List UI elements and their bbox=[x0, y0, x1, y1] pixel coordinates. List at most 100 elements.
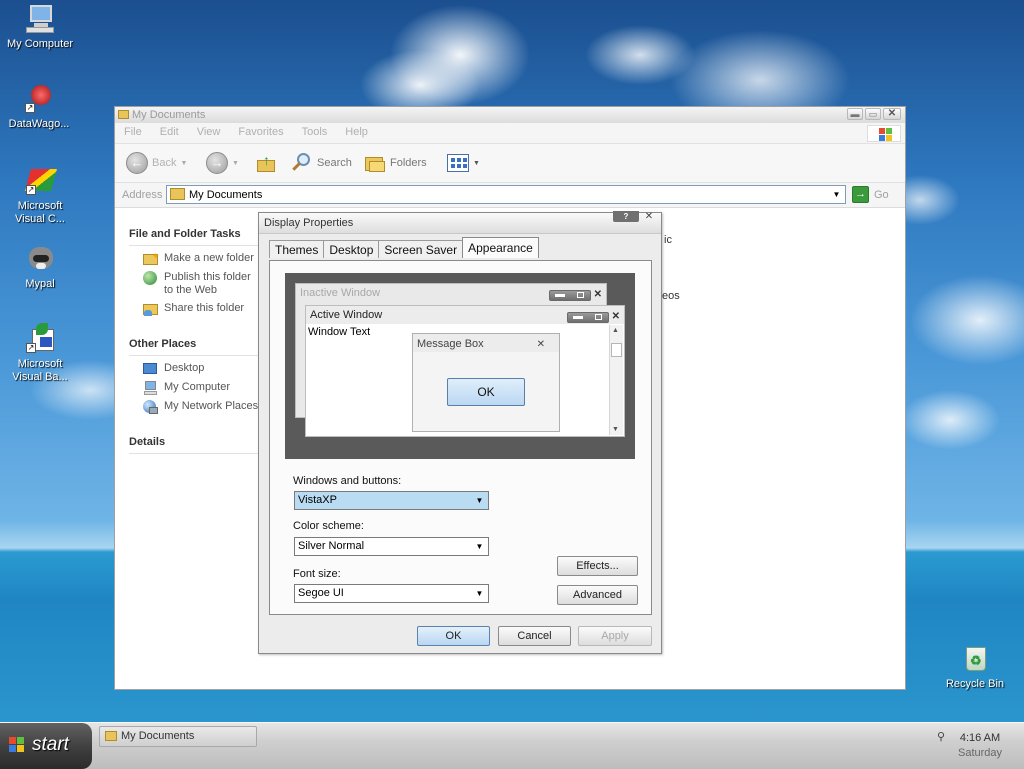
place-desktop[interactable]: Desktop bbox=[143, 362, 261, 376]
color-scheme-label: Color scheme: bbox=[293, 520, 364, 532]
back-arrow-icon: ← bbox=[126, 152, 148, 174]
dialog-title: Display Properties bbox=[264, 217, 354, 229]
window-text-sample: Window Text bbox=[308, 326, 371, 338]
tab-screen-saver[interactable]: Screen Saver bbox=[378, 240, 464, 258]
menu-favorites[interactable]: Favorites bbox=[229, 123, 292, 138]
dialog-close-button[interactable]: ✕ bbox=[642, 212, 656, 223]
task-publish-web[interactable]: Publish this folder to the Web bbox=[143, 271, 261, 297]
up-folder-button[interactable]: ↑ bbox=[255, 151, 277, 175]
chevron-down-icon[interactable]: ▼ bbox=[830, 188, 843, 201]
globe-icon bbox=[143, 271, 158, 285]
system-clock[interactable]: 4:16 AM Saturday bbox=[958, 731, 1002, 761]
go-button[interactable]: → Go bbox=[852, 186, 889, 203]
task-label: Share this folder bbox=[164, 302, 245, 314]
maximize-button[interactable]: ▭ bbox=[865, 108, 881, 120]
recycle-bin-icon: ♻ bbox=[959, 643, 991, 675]
appearance-panel: Inactive Window ✕ Active Window ✕ Window… bbox=[269, 260, 652, 615]
folder-icon bbox=[118, 110, 129, 119]
scroll-down-icon: ▼ bbox=[612, 426, 619, 433]
close-button[interactable]: ✕ bbox=[883, 108, 901, 120]
chevron-down-icon: ▼ bbox=[475, 496, 484, 505]
color-scheme-select[interactable]: Silver Normal ▼ bbox=[294, 537, 489, 556]
file-tasks-heading[interactable]: File and Folder Tasks bbox=[129, 225, 261, 246]
tab-themes[interactable]: Themes bbox=[269, 240, 325, 258]
forward-button[interactable]: → ▼ bbox=[206, 151, 239, 175]
views-button[interactable]: ▼ bbox=[447, 151, 480, 175]
menu-tools[interactable]: Tools bbox=[293, 123, 337, 138]
desktop-icon-visual-basic[interactable]: ↗ Microsoft Visual Ba... bbox=[2, 323, 78, 384]
apply-button[interactable]: Apply bbox=[578, 626, 652, 646]
folders-label: Folders bbox=[390, 157, 427, 169]
folders-button[interactable]: Folders bbox=[364, 151, 427, 175]
inactive-window-label: Inactive Window bbox=[300, 287, 381, 299]
tab-desktop[interactable]: Desktop bbox=[323, 240, 380, 258]
menu-help[interactable]: Help bbox=[336, 123, 377, 138]
chevron-down-icon: ▼ bbox=[475, 542, 484, 551]
desktop-icon-datawagon[interactable]: ↗ DataWago... bbox=[1, 83, 77, 131]
details-heading[interactable]: Details bbox=[129, 433, 261, 454]
back-label: Back bbox=[152, 157, 177, 169]
place-network[interactable]: My Network Places bbox=[143, 400, 261, 414]
menu-file[interactable]: File bbox=[115, 123, 151, 138]
start-button[interactable]: start bbox=[0, 723, 92, 769]
desktop-icon-visual-c[interactable]: ↗ Microsoft Visual C... bbox=[2, 165, 78, 226]
task-share-folder[interactable]: Share this folder bbox=[143, 302, 261, 316]
message-box-title: Message Box ✕ bbox=[413, 334, 559, 352]
display-properties-dialog[interactable]: Display Properties ? ✕ Themes Desktop Sc… bbox=[258, 211, 662, 654]
message-box-label: Message Box bbox=[417, 338, 484, 350]
menu-view[interactable]: View bbox=[188, 123, 230, 138]
back-button[interactable]: ← Back ▼ bbox=[126, 151, 187, 175]
tab-strip: Themes Desktop Screen Saver Appearance bbox=[269, 237, 539, 260]
font-size-label: Font size: bbox=[293, 568, 341, 580]
cancel-button[interactable]: Cancel bbox=[498, 626, 571, 646]
explorer-titlebar[interactable]: My Documents ▬ ▭ ✕ bbox=[115, 107, 905, 123]
forward-arrow-icon: → bbox=[206, 152, 228, 174]
help-button[interactable]: ? bbox=[613, 211, 639, 222]
network-places-icon bbox=[143, 400, 158, 414]
address-value: My Documents bbox=[189, 189, 263, 201]
minimize-button[interactable]: ▬ bbox=[847, 108, 863, 120]
place-label: My Computer bbox=[164, 381, 231, 393]
scroll-thumb bbox=[611, 343, 622, 357]
folder-icon bbox=[170, 188, 185, 200]
task-label: Publish this folder to the Web bbox=[164, 271, 251, 296]
desktop-icon-label: Recycle Bin bbox=[945, 678, 1005, 690]
new-folder-icon: ✦ bbox=[143, 251, 160, 266]
folders-icon bbox=[364, 153, 386, 173]
menu-edit[interactable]: Edit bbox=[151, 123, 188, 138]
chevron-down-icon: ▼ bbox=[180, 159, 188, 167]
file-list-fragment: eos bbox=[662, 290, 680, 302]
datawagon-icon: ↗ bbox=[23, 83, 55, 115]
effects-button[interactable]: Effects... bbox=[557, 556, 638, 576]
desktop-icon-my-computer[interactable]: My Computer bbox=[2, 3, 78, 51]
desktop-icon-label: My Computer bbox=[6, 38, 74, 50]
font-size-select[interactable]: Segoe UI ▼ bbox=[294, 584, 489, 603]
advanced-button[interactable]: Advanced bbox=[557, 585, 638, 605]
desktop-icon-label: Microsoft Visual Ba... bbox=[12, 358, 68, 383]
up-folder-icon: ↑ bbox=[255, 152, 277, 174]
taskbar-item-label: My Documents bbox=[121, 730, 195, 742]
file-list-fragment: ic bbox=[664, 234, 672, 246]
ok-button[interactable]: OK bbox=[417, 626, 490, 646]
address-label: Address bbox=[122, 189, 163, 201]
folder-icon bbox=[105, 731, 117, 741]
desktop-icon-recycle-bin[interactable]: ♻ Recycle Bin bbox=[937, 643, 1013, 691]
network-tray-icon[interactable]: ⚲ bbox=[937, 730, 945, 743]
chevron-down-icon: ▼ bbox=[475, 589, 484, 598]
preview-message-box: Message Box ✕ OK bbox=[412, 333, 560, 432]
scroll-up-icon: ▲ bbox=[612, 327, 619, 334]
search-button[interactable]: Search bbox=[291, 151, 352, 175]
raccoon-icon bbox=[24, 243, 56, 275]
address-input[interactable]: My Documents ▼ bbox=[166, 185, 846, 204]
windows-buttons-select[interactable]: VistaXP ▼ bbox=[294, 491, 489, 510]
tab-appearance[interactable]: Appearance bbox=[462, 237, 539, 258]
desktop-icon-label: DataWago... bbox=[8, 118, 70, 130]
place-my-computer[interactable]: My Computer bbox=[143, 381, 261, 395]
other-places-heading[interactable]: Other Places bbox=[129, 335, 261, 356]
taskbar-item-my-documents[interactable]: My Documents bbox=[99, 726, 257, 747]
desktop-icon-mypal[interactable]: Mypal bbox=[2, 243, 78, 291]
menu-bar: File Edit View Favorites Tools Help bbox=[115, 123, 905, 144]
dialog-titlebar[interactable]: Display Properties ? ✕ bbox=[259, 211, 661, 234]
task-new-folder[interactable]: ✦ Make a new folder bbox=[143, 251, 261, 266]
preview-ok-button: OK bbox=[447, 378, 525, 406]
